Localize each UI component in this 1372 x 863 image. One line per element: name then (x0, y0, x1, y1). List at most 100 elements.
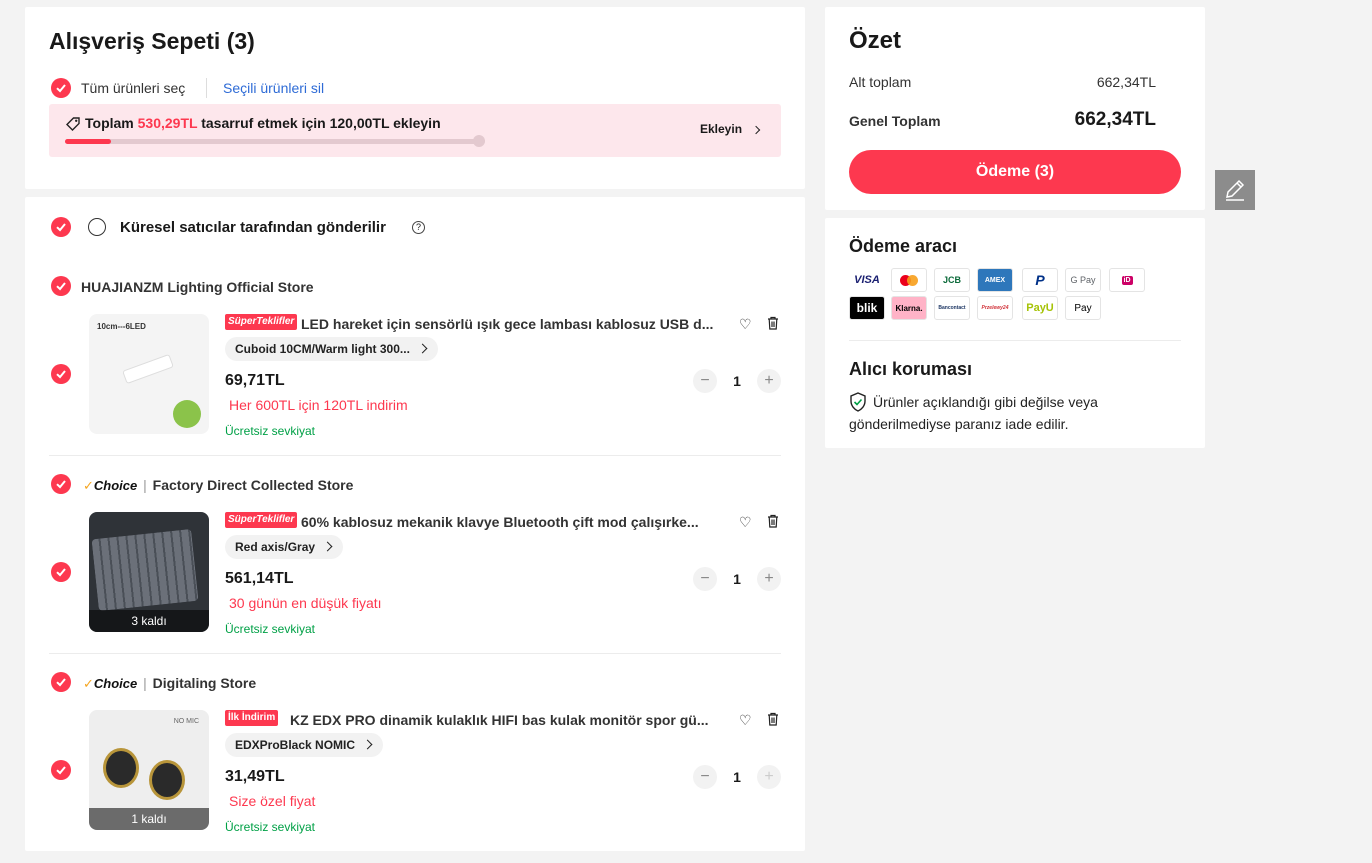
product-title[interactable]: LED hareket için sensörlü ışık gece lamb… (301, 316, 721, 332)
total-label: Genel Toplam (849, 113, 941, 129)
choice-badge: ✓Choice (83, 478, 138, 493)
earbud-left-shape (103, 748, 139, 788)
lamp-shape (122, 353, 174, 385)
klarna-icon: Klarna. (891, 296, 927, 320)
trash-icon[interactable] (767, 514, 779, 533)
deal-badge: SüperTeklifler (225, 512, 298, 528)
subtotal-value: 662,34TL (1096, 74, 1156, 90)
google-pay-icon: G Pay (1065, 268, 1101, 292)
qty-value[interactable]: 1 (727, 571, 747, 587)
globe-icon (88, 218, 106, 236)
product-image-label: 10cm---6LED (97, 322, 146, 331)
payment-separator (849, 340, 1181, 341)
stock-label: 1 kaldı (89, 808, 209, 830)
store-checkbox[interactable] (51, 474, 71, 494)
sku-selector[interactable]: Cuboid 10CM/Warm light 300... (225, 337, 438, 361)
summary-title: Özet (849, 27, 902, 54)
sensor-badge (173, 400, 201, 428)
qty-increase-button[interactable]: + (757, 567, 781, 591)
item-checkbox[interactable] (51, 562, 71, 582)
promo-amount: 530,29TL (137, 115, 198, 131)
payment-card: Ödeme aracı VISA JCB AMEX P G Pay iD bli… (825, 218, 1205, 448)
shipping-group-checkbox[interactable] (51, 217, 71, 237)
choice-badge: ✓Choice (83, 676, 138, 691)
qty-value[interactable]: 1 (727, 373, 747, 389)
product-title[interactable]: KZ EDX PRO dinamik kulaklık HIFI bas kul… (290, 712, 725, 728)
coupon-icon (65, 116, 81, 137)
qty-decrease-button[interactable]: − (693, 765, 717, 789)
edit-pencil-button[interactable] (1215, 170, 1255, 210)
bancontact-icon: Bancontact (934, 296, 970, 320)
wishlist-heart-icon[interactable]: ♡ (739, 712, 752, 729)
check-icon (56, 84, 66, 93)
promo-text: Toplam 530,29TL tasarruf etmek için 120,… (85, 115, 441, 131)
sku-selector[interactable]: EDXProBlack NOMIC (225, 733, 384, 757)
promo-progress-track (65, 139, 485, 144)
page-title: Alışveriş Sepeti (3) (49, 28, 255, 54)
payment-title: Ödeme aracı (849, 236, 958, 256)
item-checkbox[interactable] (51, 760, 71, 780)
cart-items-card: Küresel satıcılar tarafından gönderilir … (25, 197, 805, 851)
item-checkbox[interactable] (51, 364, 71, 384)
store-name: Digitaling Store (152, 675, 257, 691)
promo-add-link[interactable]: Ekleyin (700, 122, 761, 136)
trash-icon[interactable] (767, 316, 779, 335)
wishlist-heart-icon[interactable]: ♡ (739, 514, 752, 531)
qty-increase-button[interactable]: + (757, 765, 781, 789)
qty-value[interactable]: 1 (727, 769, 747, 785)
store-name[interactable]: HUAJIANZM Lighting Official Store (81, 279, 314, 295)
qty-increase-button[interactable]: + (757, 369, 781, 393)
item-promo: Size özel fiyat (229, 793, 316, 809)
mastercard-icon (891, 268, 927, 292)
subtotal-label: Alt toplam (849, 74, 912, 90)
select-all-label[interactable]: Tüm ürünleri seç (81, 80, 185, 96)
product-image-label: NO MIC (173, 718, 199, 725)
wishlist-heart-icon[interactable]: ♡ (739, 316, 752, 333)
item-separator (49, 455, 781, 456)
item-separator (49, 653, 781, 654)
qty-decrease-button[interactable]: − (693, 369, 717, 393)
check-icon (56, 480, 66, 489)
apple-pay-icon: Pay (1065, 296, 1101, 320)
product-image[interactable]: 3 kaldı (89, 512, 209, 632)
checkout-button[interactable]: Ödeme (3) (849, 150, 1181, 194)
check-icon (56, 282, 66, 291)
progress-end-check-icon (473, 135, 485, 147)
select-all-checkbox[interactable] (51, 78, 71, 98)
sku-selector[interactable]: Red axis/Gray (225, 535, 344, 559)
store-checkbox[interactable] (51, 276, 71, 296)
delete-selected-link[interactable]: Seçili ürünleri sil (223, 80, 324, 96)
item-promo: 30 günün en düşük fiyatı (229, 595, 382, 611)
trash-icon[interactable] (767, 712, 779, 731)
choice-label: Choice (93, 478, 138, 493)
item-shipping: Ücretsiz sevkiyat (225, 820, 316, 834)
pencil-icon (1226, 179, 1245, 201)
product-title[interactable]: 60% kablosuz mekanik klavye Bluetooth çi… (301, 514, 721, 530)
check-icon (56, 678, 66, 687)
store-name-row[interactable]: ✓Choice | Digitaling Store (83, 675, 256, 692)
divider (206, 78, 207, 98)
qty-decrease-button[interactable]: − (693, 567, 717, 591)
blik-icon: blik (849, 296, 885, 320)
item-price: 69,71TL (225, 372, 285, 389)
ideal-icon: iD (1109, 268, 1145, 292)
check-icon (56, 568, 66, 577)
store-name-row[interactable]: ✓Choice | Factory Direct Collected Store (83, 477, 353, 494)
amex-icon: AMEX (977, 268, 1013, 292)
chevron-right-icon (752, 125, 761, 135)
product-image[interactable]: 10cm---6LED (89, 314, 209, 434)
promo-suffix: tasarruf etmek için 120,00TL ekleyin (201, 115, 441, 131)
store-name: Factory Direct Collected Store (152, 477, 354, 493)
store-checkbox[interactable] (51, 672, 71, 692)
przelewy24-icon: Przelewy24 (977, 296, 1013, 320)
help-icon[interactable]: ? (412, 221, 425, 234)
checkout-label: Ödeme (3) (975, 163, 1055, 180)
deal-badge: İlk İndirim (225, 710, 279, 726)
protection-title: Alıcı koruması (849, 359, 973, 379)
check-icon (56, 766, 66, 775)
keyboard-shape (91, 528, 199, 612)
promo-add-label: Ekleyin (700, 122, 743, 136)
summary-card: Özet Alt toplam 662,34TL Genel Toplam 66… (825, 7, 1205, 210)
total-value: 662,34TL (1074, 109, 1156, 130)
product-image[interactable]: NO MIC 1 kaldı (89, 710, 209, 830)
